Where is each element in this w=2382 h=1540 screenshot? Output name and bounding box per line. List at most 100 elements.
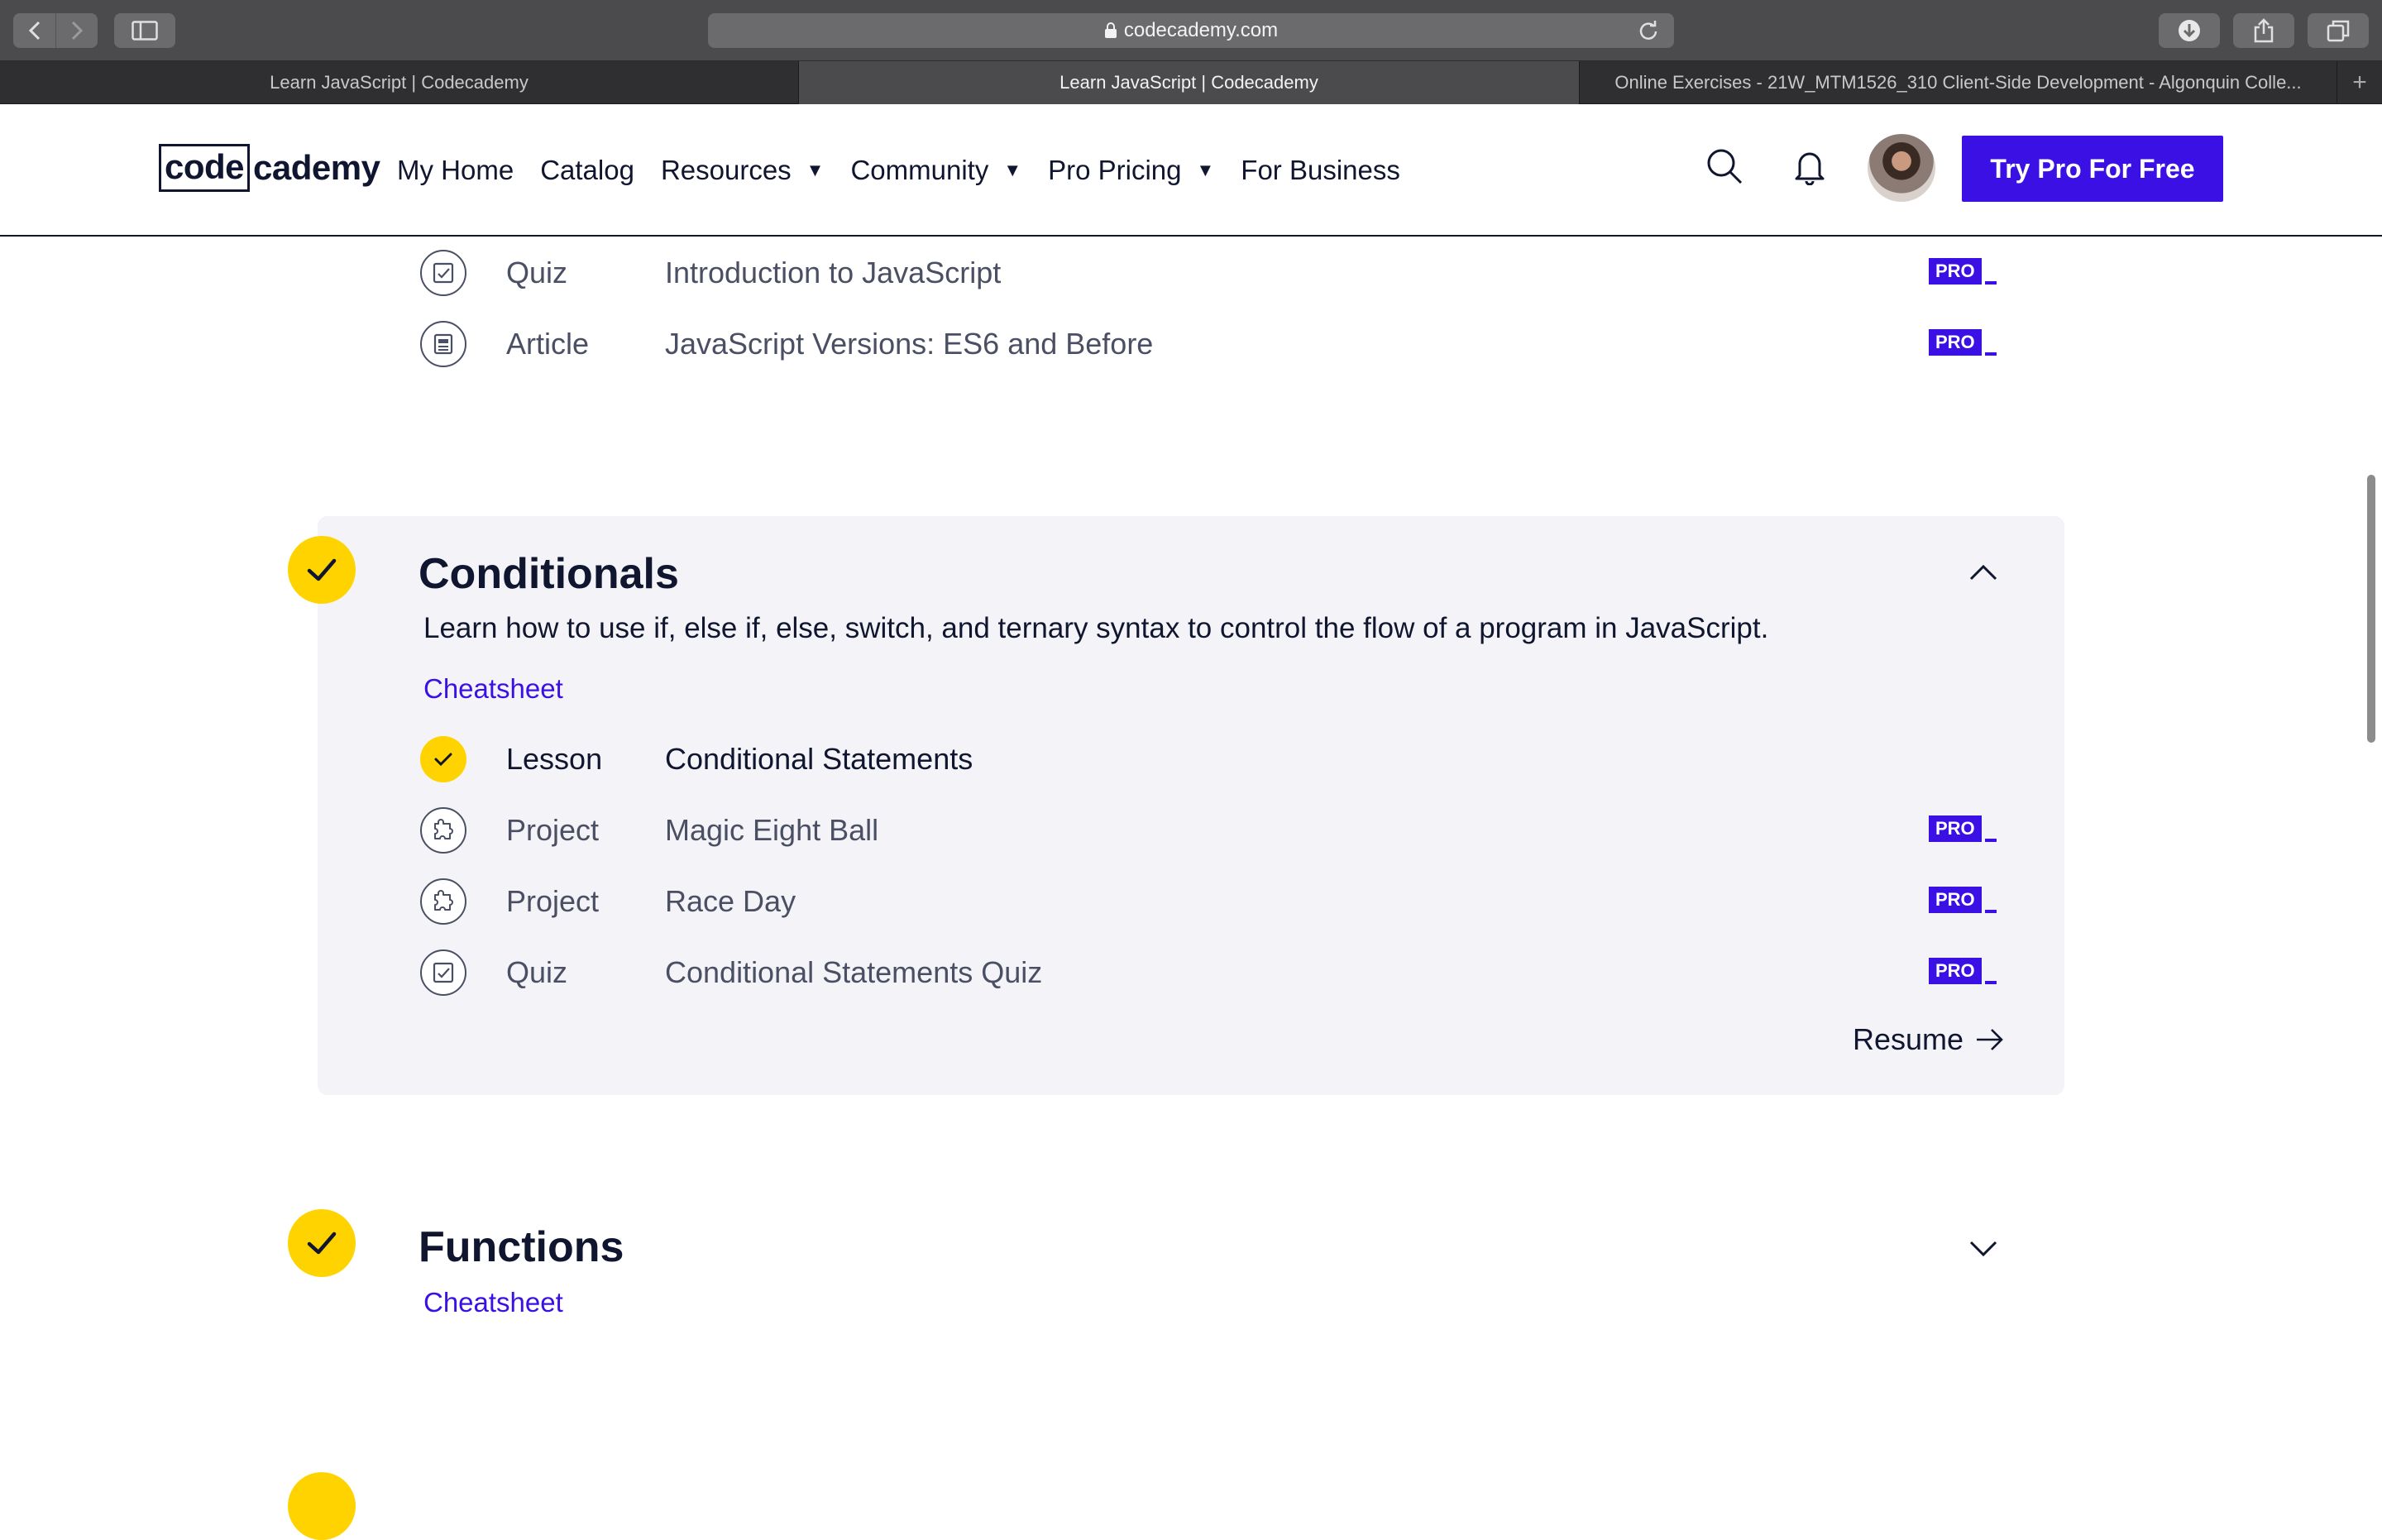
logo-boxed-text: code — [159, 144, 251, 192]
pro-badge: PRO — [1929, 329, 1997, 356]
lock-icon — [1104, 22, 1117, 38]
list-item[interactable]: Project Magic Eight Ball PRO — [420, 806, 1997, 855]
url-text: codecademy.com — [1123, 19, 1279, 41]
nav-for-business[interactable]: For Business — [1241, 155, 1400, 186]
pro-badge-text: PRO — [1929, 815, 1982, 842]
quiz-icon — [420, 949, 466, 996]
codecademy-logo[interactable]: code cademy — [159, 144, 380, 192]
address-bar[interactable]: codecademy.com — [708, 13, 1674, 48]
nav-label: Community — [850, 155, 989, 185]
pro-badge: PRO — [1929, 815, 1997, 842]
chevron-left-icon — [28, 21, 40, 41]
module-description: Learn how to use if, else if, else, swit… — [423, 612, 1769, 644]
download-icon — [2179, 20, 2200, 41]
module-complete-badge — [288, 1472, 356, 1540]
nav-label: Pro Pricing — [1048, 155, 1182, 185]
item-title: Race Day — [665, 884, 796, 918]
sidebar-icon — [132, 21, 158, 41]
nav-pro-pricing[interactable]: Pro Pricing ▼ — [1048, 155, 1214, 186]
item-type: Project — [506, 813, 600, 847]
sidebar-toggle-button[interactable] — [114, 13, 175, 48]
search-icon[interactable] — [1705, 147, 1743, 185]
item-type: Quiz — [506, 256, 568, 289]
item-type: Quiz — [506, 955, 568, 989]
nav-catalog[interactable]: Catalog — [540, 155, 634, 186]
chevron-up-icon[interactable] — [1968, 562, 1998, 582]
try-pro-button[interactable]: Try Pro For Free — [1962, 136, 2223, 202]
resume-label: Resume — [1853, 1022, 1964, 1056]
check-icon — [420, 736, 466, 782]
browser-tab[interactable]: Learn JavaScript | Codecademy — [0, 61, 799, 104]
site-header: code cademy My Home Catalog Resources ▼ Co… — [0, 104, 2382, 237]
item-type: Lesson — [506, 742, 603, 776]
pro-badge: PRO — [1929, 258, 1997, 285]
nav-label: For Business — [1241, 155, 1400, 185]
arrow-right-icon — [1977, 1029, 2003, 1050]
pro-badge-text: PRO — [1929, 958, 1982, 984]
avatar[interactable] — [1868, 134, 1935, 202]
item-title: Introduction to JavaScript — [665, 256, 1002, 289]
new-tab-button[interactable]: + — [2337, 61, 2382, 104]
module-title: Conditionals — [419, 550, 679, 598]
pro-badge: PRO — [1929, 958, 1997, 984]
pro-badge-text: PRO — [1929, 329, 1982, 356]
main-nav: My Home Catalog Resources ▼ Community ▼ Pr… — [397, 151, 1427, 190]
share-button[interactable] — [2233, 13, 2294, 48]
caret-down-icon: ▼ — [1003, 160, 1022, 180]
module-complete-badge — [288, 536, 356, 604]
list-item[interactable]: Quiz Introduction to JavaScript PRO — [420, 248, 1997, 298]
puzzle-icon — [420, 878, 466, 925]
tab-label: Online Exercises - 21W_MTM1526_310 Clien… — [1614, 72, 2302, 93]
forward-button[interactable] — [55, 13, 98, 48]
nav-resources[interactable]: Resources ▼ — [661, 155, 825, 186]
check-icon — [307, 1232, 337, 1255]
item-type: Project — [506, 884, 600, 918]
bell-icon[interactable] — [1793, 147, 1826, 185]
item-type: Article — [506, 327, 590, 361]
list-item[interactable]: Article JavaScript Versions: ES6 and Bef… — [420, 319, 1997, 369]
reload-icon[interactable] — [1638, 20, 1659, 41]
puzzle-icon — [420, 807, 466, 854]
downloads-button[interactable] — [2159, 13, 2220, 48]
back-button[interactable] — [13, 13, 55, 48]
module-title: Functions — [419, 1223, 624, 1271]
browser-tab[interactable]: Online Exercises - 21W_MTM1526_310 Clien… — [1580, 61, 2337, 104]
logo-text: cademy — [253, 148, 380, 187]
scrollbar-thumb[interactable] — [2367, 475, 2375, 743]
caret-down-icon: ▼ — [1196, 160, 1215, 180]
nav-label: Resources — [660, 155, 792, 185]
list-item[interactable]: Quiz Conditional Statements Quiz PRO — [420, 948, 1997, 997]
item-title: Conditional Statements — [665, 742, 973, 776]
share-icon — [2254, 18, 2274, 43]
tabs-icon — [2327, 20, 2350, 42]
cheatsheet-link[interactable]: Cheatsheet — [423, 1287, 563, 1318]
chevron-right-icon — [71, 21, 84, 41]
resume-button[interactable]: Resume — [1853, 1022, 2005, 1057]
check-icon — [307, 558, 337, 581]
quiz-icon — [420, 250, 466, 296]
article-icon — [420, 321, 466, 367]
tab-label: Learn JavaScript | Codecademy — [270, 72, 529, 93]
tab-strip: Learn JavaScript | Codecademy Learn Java… — [0, 61, 2382, 104]
list-item[interactable]: Lesson Conditional Statements — [420, 734, 1992, 784]
caret-down-icon: ▼ — [806, 160, 825, 180]
chevron-down-icon[interactable] — [1968, 1239, 1998, 1259]
tab-label: Learn JavaScript | Codecademy — [1059, 72, 1318, 93]
cheatsheet-link[interactable]: Cheatsheet — [423, 673, 563, 705]
pro-badge: PRO — [1929, 887, 1997, 913]
browser-tab-active[interactable]: Learn JavaScript | Codecademy — [799, 61, 1580, 104]
nav-my-home[interactable]: My Home — [397, 155, 514, 186]
nav-label: Catalog — [540, 155, 634, 185]
pro-badge-text: PRO — [1929, 258, 1982, 285]
item-title: Conditional Statements Quiz — [665, 955, 1043, 989]
tab-overview-button[interactable] — [2308, 13, 2369, 48]
module-complete-badge — [288, 1209, 356, 1277]
pro-badge-text: PRO — [1929, 887, 1982, 913]
item-title: Magic Eight Ball — [665, 813, 879, 847]
nav-label: My Home — [397, 155, 514, 185]
nav-community[interactable]: Community ▼ — [850, 155, 1021, 186]
list-item[interactable]: Project Race Day PRO — [420, 877, 1997, 926]
browser-toolbar: codecademy.com — [0, 0, 2382, 61]
item-title: JavaScript Versions: ES6 and Before — [665, 327, 1154, 361]
history-nav — [13, 13, 98, 48]
